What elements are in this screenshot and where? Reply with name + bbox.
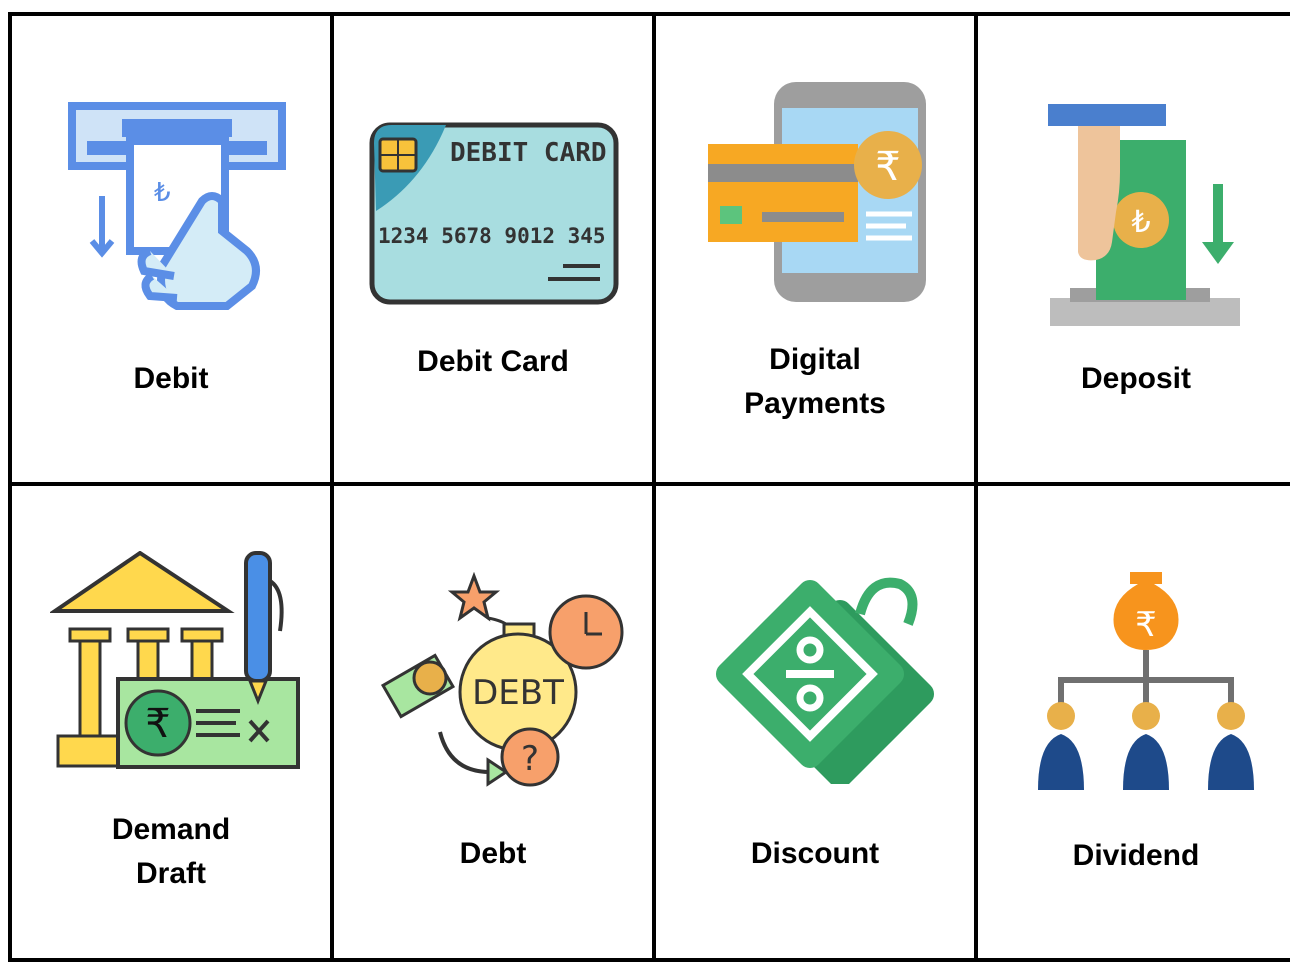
card-deposit: ₺ Deposit — [974, 12, 1290, 486]
card-label: Digital Payments — [744, 343, 886, 420]
card-digital-payments: ₹ Digital Payments — [652, 12, 978, 486]
card-label: Dividend — [1072, 839, 1200, 872]
bomb-text: DEBT — [472, 673, 564, 713]
card-label: Debit Card — [417, 345, 569, 378]
cash-deposit-icon: ₺ — [1048, 104, 1240, 326]
svg-text:₺: ₺ — [154, 178, 171, 208]
card-number-text: 1234 5678 9012 345 — [378, 224, 606, 248]
card-label: Discount — [750, 837, 880, 870]
mobile-payment-icon: ₹ — [708, 82, 926, 302]
card-label: Debit — [133, 362, 209, 395]
card-debit-card: DEBIT CARD 1234 5678 9012 345 Debit Card — [330, 12, 656, 486]
svg-text:₹: ₹ — [145, 701, 170, 747]
atm-withdraw-icon: ₺ — [68, 102, 286, 310]
card-label: Deposit — [1080, 362, 1191, 395]
discount-tag-icon — [715, 577, 935, 784]
card-label: Debt — [459, 837, 527, 870]
debit-card-icon: DEBIT CARD 1234 5678 9012 345 — [369, 122, 619, 305]
card-title-text: DEBIT CARD — [450, 138, 607, 168]
debt-bomb-icon: DEBT ? — [380, 572, 624, 787]
svg-text:?: ? — [521, 739, 539, 779]
card-debit: ₺ Debit — [8, 12, 334, 486]
flashcard-grid: ₺ Debit DEBIT CARD 1234 5678 9012 345 De… — [0, 0, 1290, 962]
card-demand-draft: ₹ Demand Draft — [8, 482, 334, 962]
card-discount: Discount — [652, 482, 978, 962]
dividend-tree-icon: ₹ — [1038, 572, 1254, 790]
bank-cheque-icon: ₹ — [50, 551, 300, 769]
card-dividend: ₹ Dividend — [974, 482, 1290, 962]
card-label: Demand Draft — [111, 813, 231, 890]
card-debt: DEBT ? Debt — [330, 482, 656, 962]
svg-text:₹: ₹ — [1135, 605, 1157, 645]
svg-text:₺: ₺ — [1131, 205, 1150, 240]
svg-text:₹: ₹ — [875, 144, 900, 190]
